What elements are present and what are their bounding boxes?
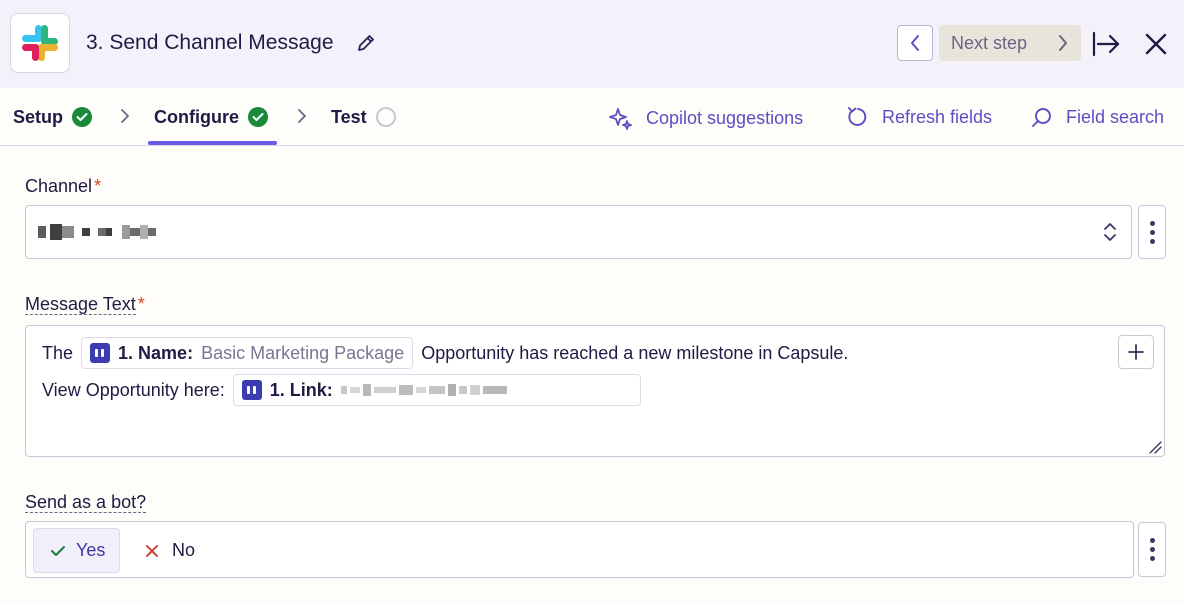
chevron-right-icon: [298, 109, 306, 123]
required-marker: *: [137, 294, 145, 314]
chevron-left-icon: [911, 35, 919, 51]
insert-data-button[interactable]: [1118, 335, 1154, 369]
capsule-app-icon: [241, 380, 262, 400]
step-tabs: Setup Configure Test Copilot suggestions…: [0, 88, 1184, 146]
field-search-label: Field search: [1066, 106, 1165, 127]
message-line-1-suffix: Opportunity has reached a new milestone …: [421, 342, 849, 363]
refresh-fields-label: Refresh fields: [882, 106, 993, 127]
required-marker: *: [94, 176, 102, 196]
redacted-channel-value: [38, 224, 156, 240]
send-as-bot-label-text: Send as a bot?: [25, 492, 147, 513]
check-circle-icon: [248, 107, 268, 127]
active-tab-indicator: [148, 141, 277, 145]
search-icon: [1032, 108, 1051, 127]
tab-test-label: Test: [331, 107, 367, 127]
link-pill-key: 1. Link:: [269, 379, 333, 400]
refresh-icon: [848, 107, 867, 126]
chevron-right-icon: [1059, 35, 1067, 51]
slack-logo-icon: [10, 13, 70, 73]
x-icon: [146, 544, 158, 557]
next-step-button[interactable]: Next step: [939, 25, 1081, 61]
capsule-app-icon: [90, 343, 111, 363]
send-as-bot-toggle: Yes No: [25, 521, 1134, 578]
tab-configure-label: Configure: [154, 107, 239, 127]
sort-updown-icon: [1104, 223, 1116, 241]
message-text-label-text: Message Text: [25, 294, 136, 315]
plus-icon: [1128, 344, 1144, 360]
name-pill-value: Basic Marketing Package: [201, 342, 405, 363]
redacted-link-value: [340, 384, 507, 396]
tab-configure[interactable]: Configure: [154, 106, 268, 128]
send-as-bot-label: Send as a bot?: [25, 492, 147, 513]
name-field-pill[interactable]: 1. Name: Basic Marketing Package: [81, 337, 414, 369]
yes-option-label: Yes: [76, 540, 106, 560]
name-pill-key: 1. Name:: [118, 342, 194, 363]
no-option-button[interactable]: No: [138, 528, 195, 573]
message-line-1: The 1. Name: Basic Marketing Package Opp…: [42, 337, 848, 369]
edit-pencil-icon[interactable]: [355, 32, 377, 54]
channel-label: Channel *: [25, 176, 101, 197]
collapse-panel-icon[interactable]: [1090, 28, 1122, 60]
resize-handle-icon[interactable]: [1148, 440, 1162, 454]
next-step-label: Next step: [951, 32, 1028, 53]
bot-more-options-button[interactable]: [1138, 522, 1166, 577]
sparkle-icon: [609, 108, 632, 130]
checkmark-icon: [51, 545, 65, 556]
pending-circle-icon: [375, 107, 396, 127]
step-header: 3. Send Channel Message Next step: [0, 0, 1184, 88]
step-title: 3. Send Channel Message: [86, 31, 334, 54]
channel-select[interactable]: [25, 205, 1132, 259]
link-field-pill[interactable]: 1. Link:: [232, 374, 641, 406]
message-line-2: View Opportunity here: 1. Link:: [42, 374, 649, 406]
message-text-label: Message Text *: [25, 294, 145, 315]
check-circle-icon: [72, 107, 93, 127]
more-vertical-icon: [1149, 538, 1155, 543]
message-line-2-prefix: View Opportunity here:: [42, 379, 225, 400]
message-text-editor[interactable]: The 1. Name: Basic Marketing Package Opp…: [25, 325, 1165, 457]
no-option-label: No: [172, 540, 196, 560]
copilot-suggestions-label: Copilot suggestions: [646, 107, 804, 128]
refresh-fields-button[interactable]: Refresh fields: [846, 105, 992, 129]
tab-setup[interactable]: Setup: [13, 106, 93, 128]
chevron-right-icon: [121, 109, 129, 123]
tab-test[interactable]: Test: [331, 106, 396, 128]
previous-step-button[interactable]: [897, 25, 933, 61]
field-search-button[interactable]: Field search: [1030, 105, 1164, 129]
yes-option-button[interactable]: Yes: [33, 528, 120, 573]
channel-label-text: Channel: [25, 176, 93, 196]
more-vertical-icon: [1149, 220, 1155, 226]
message-line-1-prefix: The: [42, 342, 74, 363]
close-icon[interactable]: [1142, 30, 1170, 58]
copilot-suggestions-button[interactable]: Copilot suggestions: [608, 105, 803, 131]
channel-more-options-button[interactable]: [1138, 205, 1166, 259]
tab-setup-label: Setup: [13, 107, 64, 127]
